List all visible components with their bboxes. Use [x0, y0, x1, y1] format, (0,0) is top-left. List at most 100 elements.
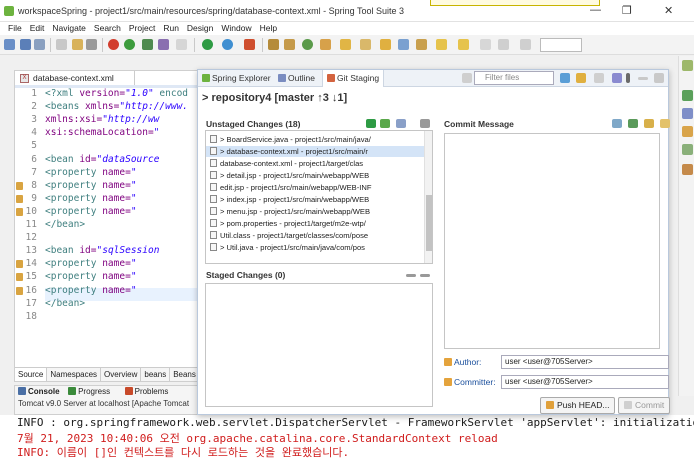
palette-icon[interactable]: [682, 144, 693, 155]
unstaged-file-item[interactable]: > index.jsp - project1/src/main/webapp/W…: [206, 194, 424, 205]
filter-files-input[interactable]: Filter files: [474, 71, 554, 85]
tab-beans[interactable]: beans: [141, 368, 171, 381]
maximize-button[interactable]: ❐: [622, 4, 632, 17]
next-annotation-icon[interactable]: [380, 39, 391, 50]
menu-file[interactable]: File: [8, 22, 22, 35]
tab-outline[interactable]: Outline: [278, 73, 315, 84]
maximize-view-icon[interactable]: [654, 73, 664, 83]
add-all-icon[interactable]: [380, 119, 390, 128]
menu-run[interactable]: Run: [163, 22, 179, 35]
outline-icon[interactable]: [682, 108, 693, 119]
unstaged-scrollbar[interactable]: [424, 131, 432, 263]
unstaged-file-item[interactable]: database-context.xml - project1/target/c…: [206, 158, 424, 169]
zoom-icon[interactable]: [520, 39, 531, 50]
unstaged-file-item[interactable]: > database-context.xml - project1/src/ma…: [206, 146, 424, 157]
new-java-project-icon[interactable]: [268, 39, 279, 50]
minimize-button[interactable]: —: [590, 4, 601, 16]
warning-marker-icon[interactable]: [16, 260, 23, 269]
committer-field[interactable]: user <user@705Server>: [501, 375, 669, 389]
quick-access-field[interactable]: [540, 38, 582, 52]
menu-window[interactable]: Window: [221, 22, 251, 35]
close-button[interactable]: ✕: [664, 4, 673, 17]
unstaged-file-item[interactable]: > detail.jsp - project1/src/main/webapp/…: [206, 170, 424, 181]
new-package-icon[interactable]: [284, 39, 295, 50]
run-icon[interactable]: [202, 39, 213, 50]
search-icon[interactable]: [360, 39, 371, 50]
presentation-icon[interactable]: [396, 119, 406, 128]
skip-breakpoints-icon[interactable]: [176, 39, 187, 50]
warning-marker-icon[interactable]: [16, 181, 23, 190]
console-output[interactable]: INFO : org.springframework.web.servlet.D…: [0, 415, 694, 460]
menu-search[interactable]: Search: [94, 22, 121, 35]
new-class-icon[interactable]: [302, 39, 313, 50]
commit-button[interactable]: Commit: [618, 397, 671, 414]
unstaged-file-item[interactable]: > pom.properties - project1/target/m2e-w…: [206, 218, 424, 229]
external-tools-icon[interactable]: [244, 39, 255, 50]
pin-editor-icon[interactable]: [398, 39, 409, 50]
back-icon[interactable]: [436, 39, 447, 50]
toggle-icon[interactable]: [86, 39, 97, 50]
author-field[interactable]: user <user@705Server>: [501, 355, 669, 369]
open-type-icon[interactable]: [320, 39, 331, 50]
remove-from-index-icon[interactable]: [406, 274, 416, 277]
bookmark-icon[interactable]: [682, 126, 693, 137]
tab-git-staging[interactable]: Git Staging: [322, 70, 385, 87]
perspective-icon[interactable]: [682, 60, 693, 71]
menu-project[interactable]: Project: [129, 22, 155, 35]
task-list-icon[interactable]: [682, 90, 693, 101]
open-task-icon[interactable]: [340, 39, 351, 50]
unstaged-file-item[interactable]: edit.jsp - project1/src/main/webapp/WEB-…: [206, 182, 424, 193]
tool-icon[interactable]: [72, 39, 83, 50]
tab-problems[interactable]: Problems: [124, 386, 175, 398]
undo-icon[interactable]: [56, 39, 67, 50]
server-icon[interactable]: [158, 39, 169, 50]
link-icon[interactable]: [612, 73, 622, 83]
nav-dropdown-icon[interactable]: [480, 39, 491, 50]
warning-marker-icon[interactable]: [16, 194, 23, 203]
workspace-icon[interactable]: [498, 39, 509, 50]
spring-boot-icon[interactable]: [124, 39, 135, 50]
stop-icon[interactable]: [108, 39, 119, 50]
refresh-icon[interactable]: [560, 73, 570, 83]
unstaged-file-item[interactable]: > Util.java - project1/src/main/java/com…: [206, 242, 424, 253]
tab-spring-explorer[interactable]: Spring Explorer: [202, 73, 271, 84]
change-id-icon[interactable]: [644, 119, 654, 128]
menu-edit[interactable]: Edit: [30, 22, 45, 35]
minimize-view-icon[interactable]: [638, 77, 648, 80]
tab-overview[interactable]: Overview: [101, 368, 142, 381]
tab-source[interactable]: Source: [15, 368, 48, 381]
collapse-icon[interactable]: [420, 119, 430, 128]
menu-help[interactable]: Help: [260, 22, 277, 35]
save-icon[interactable]: [20, 39, 31, 50]
new-icon[interactable]: [4, 39, 15, 50]
scroll-thumb[interactable]: [426, 195, 432, 251]
tab-progress[interactable]: Progress: [68, 386, 116, 398]
amend-icon[interactable]: [628, 119, 638, 128]
tab-namespaces[interactable]: Namespaces: [47, 368, 102, 381]
add-to-index-icon[interactable]: [366, 119, 376, 128]
editor-tab[interactable]: X database-context.xml: [15, 71, 135, 85]
push-head-button[interactable]: Push HEAD...: [540, 397, 616, 414]
warning-marker-icon[interactable]: [16, 286, 23, 295]
compare-mode-icon[interactable]: [576, 73, 586, 83]
save-all-icon[interactable]: [34, 39, 45, 50]
unstaged-file-item[interactable]: > menu.jsp - project1/src/main/webapp/WE…: [206, 206, 424, 217]
staged-list[interactable]: [205, 283, 433, 407]
tab-console[interactable]: Console: [18, 386, 60, 398]
warning-marker-icon[interactable]: [16, 207, 23, 216]
view-menu-chevron-icon[interactable]: [626, 73, 630, 83]
remove-all-icon[interactable]: [420, 274, 430, 277]
menu-design[interactable]: Design: [187, 22, 213, 35]
signed-commit-icon[interactable]: [660, 119, 670, 128]
view-menu-icon[interactable]: [594, 73, 604, 83]
sign-off-icon[interactable]: [612, 119, 622, 128]
unstaged-file-item[interactable]: > BoardService.java - project1/src/main/…: [206, 134, 424, 145]
unstaged-file-item[interactable]: Util.class - project1/target/classes/com…: [206, 230, 424, 241]
debug-run-icon[interactable]: [222, 39, 233, 50]
warning-marker-icon[interactable]: [16, 273, 23, 282]
git-icon[interactable]: [682, 164, 693, 175]
menu-navigate[interactable]: Navigate: [52, 22, 86, 35]
commit-message-input[interactable]: [444, 133, 660, 349]
last-edit-icon[interactable]: [416, 39, 427, 50]
forward-icon[interactable]: [458, 39, 469, 50]
